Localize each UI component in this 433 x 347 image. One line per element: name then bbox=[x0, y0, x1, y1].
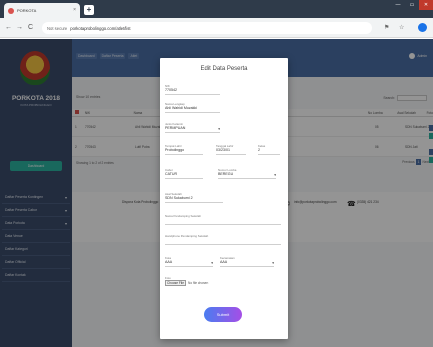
edit-participant-modal: Edit Data Peserta NIK 770542 Nama Lengka… bbox=[160, 58, 288, 339]
modal-title: Edit Data Peserta bbox=[200, 66, 248, 72]
forward-icon[interactable]: → bbox=[16, 24, 23, 31]
asal-sekolah-input[interactable]: SDN Sukabumi 2 bbox=[165, 196, 223, 203]
url-text: porkotaprobolinggo.com/atlet/list bbox=[70, 25, 131, 31]
kota-field: Kota AAA ▾ bbox=[165, 256, 213, 267]
cabor-field: Cabor CATUR bbox=[165, 168, 203, 179]
tab-title: PORKOTA bbox=[17, 8, 37, 13]
file-status: No file chosen bbox=[188, 281, 209, 285]
nik-input[interactable]: 770542 bbox=[165, 88, 220, 95]
reload-icon[interactable]: C bbox=[28, 24, 33, 31]
nama-input[interactable]: Ahli Wahidi Muzakki bbox=[165, 106, 220, 113]
new-tab-button[interactable]: + bbox=[84, 5, 94, 15]
nomor-lomba-select[interactable]: BEREGU ▾ bbox=[218, 172, 276, 179]
foto-field: Foto Choose File No file chosen bbox=[165, 276, 245, 286]
tanggal-lahir-field: Tanggal Lahir 03/23/01 bbox=[216, 144, 246, 155]
chevron-down-icon: ▾ bbox=[218, 127, 220, 131]
choose-file-button[interactable]: Choose File bbox=[165, 280, 187, 286]
favicon-icon bbox=[8, 7, 14, 14]
tempat-lahir-input[interactable]: Probolinggo bbox=[165, 148, 203, 155]
asal-sekolah-field: Asal Sekolah SDN Sukabumi 2 bbox=[165, 192, 223, 203]
kelas-input[interactable]: 2 bbox=[258, 148, 280, 155]
hp-pendamping-field: Handphone Pendamping Sekolah bbox=[165, 234, 281, 245]
close-window-icon[interactable]: ✕ bbox=[419, 0, 433, 10]
bookmark-star-icon[interactable]: ☆ bbox=[399, 24, 404, 31]
browser-titlebar: PORKOTA × + — ▭ ✕ bbox=[0, 0, 433, 18]
url-input[interactable]: Not secure porkotaprobolinggo.com/atlet/… bbox=[42, 22, 372, 34]
tanggal-lahir-input[interactable]: 03/23/01 bbox=[216, 148, 246, 155]
window-controls: — ▭ ✕ bbox=[391, 0, 433, 10]
jenis-kelamin-field: Jenis Kelamin PERMPUAN ▾ bbox=[165, 122, 220, 133]
hp-pendamping-input[interactable] bbox=[165, 238, 281, 245]
chevron-down-icon: ▾ bbox=[211, 261, 213, 265]
jenis-kelamin-select[interactable]: PERMPUAN ▾ bbox=[165, 126, 220, 133]
kecamatan-field: Kecamatan AAA ▾ bbox=[220, 256, 274, 267]
pendamping-input[interactable] bbox=[165, 218, 281, 225]
submit-button[interactable]: Submit bbox=[204, 307, 242, 322]
foto-file-input: Choose File No file chosen bbox=[165, 280, 245, 286]
extension-icon[interactable]: ⚑ bbox=[384, 24, 389, 31]
security-label: Not secure bbox=[47, 25, 68, 31]
cabor-input[interactable]: CATUR bbox=[165, 172, 203, 179]
address-bar: ← → C Not secure porkotaprobolinggo.com/… bbox=[0, 18, 433, 38]
profile-avatar[interactable] bbox=[418, 23, 427, 32]
maximize-icon[interactable]: ▭ bbox=[405, 0, 419, 10]
browser-tab[interactable]: PORKOTA × bbox=[4, 3, 80, 18]
chevron-down-icon: ▾ bbox=[272, 261, 274, 265]
pendamping-field: Nama Pendamping Sekolah bbox=[165, 214, 281, 225]
minimize-icon[interactable]: — bbox=[391, 0, 405, 10]
back-icon[interactable]: ← bbox=[5, 24, 12, 31]
kelas-field: Kelas 2 bbox=[258, 144, 280, 155]
chevron-down-icon: ▾ bbox=[274, 173, 276, 177]
nik-field: NIK 770542 bbox=[165, 84, 220, 95]
kecamatan-select[interactable]: AAA ▾ bbox=[220, 260, 274, 267]
nama-field: Nama Lengkap Ahli Wahidi Muzakki bbox=[165, 102, 220, 113]
tempat-lahir-field: Tempat Lahir Probolinggo bbox=[165, 144, 203, 155]
kota-select[interactable]: AAA ▾ bbox=[165, 260, 213, 267]
tab-close-icon[interactable]: × bbox=[73, 7, 76, 13]
nomor-lomba-field: Nomor Lomba BEREGU ▾ bbox=[218, 168, 276, 179]
